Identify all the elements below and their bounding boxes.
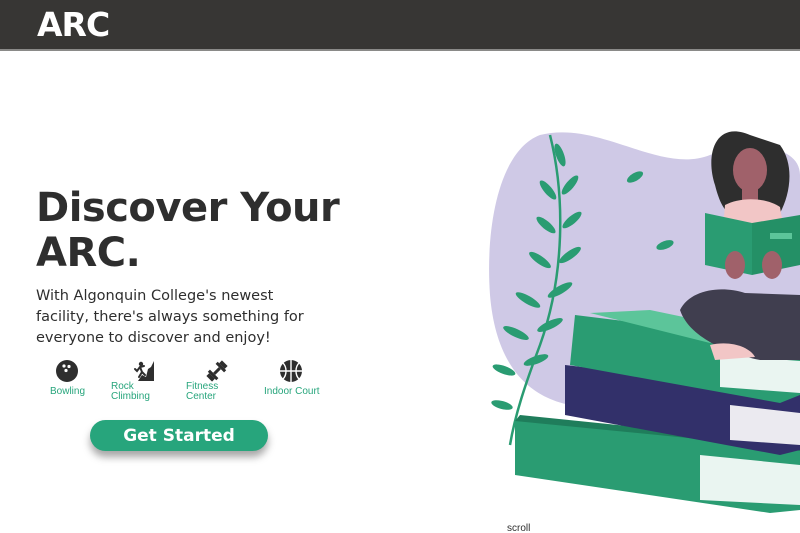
facility-label: Bowling <box>50 386 86 397</box>
facility-indoor-court: Indoor Court <box>264 358 320 397</box>
basketball-icon <box>278 358 304 384</box>
arc-logo[interactable]: ARC <box>37 6 110 44</box>
facility-label: Indoor Court <box>264 386 320 397</box>
hero-title-line-1: Discover Your <box>36 185 340 231</box>
facility-bowling: Bowling <box>50 358 85 397</box>
get-started-button[interactable]: Get Started <box>90 420 268 451</box>
hero-title-line-2: ARC. <box>36 230 141 276</box>
facility-label-line-2: Center <box>186 391 217 402</box>
facility-rock-climbing: Rock Climbing <box>111 358 157 402</box>
facility-label-line-2: Climbing <box>111 391 150 402</box>
facility-fitness-center: Fitness Center <box>186 358 230 402</box>
reading-on-books-illustration <box>480 115 800 525</box>
scroll-indicator[interactable]: scroll <box>507 523 530 533</box>
top-nav-bar: ARC <box>0 0 800 51</box>
bowling-ball-icon <box>54 358 80 384</box>
hero-subtitle: With Algonquin College's newest facility… <box>36 288 304 346</box>
rock-climbing-icon <box>131 358 157 384</box>
hero-title: Discover Your ARC. <box>36 186 356 276</box>
